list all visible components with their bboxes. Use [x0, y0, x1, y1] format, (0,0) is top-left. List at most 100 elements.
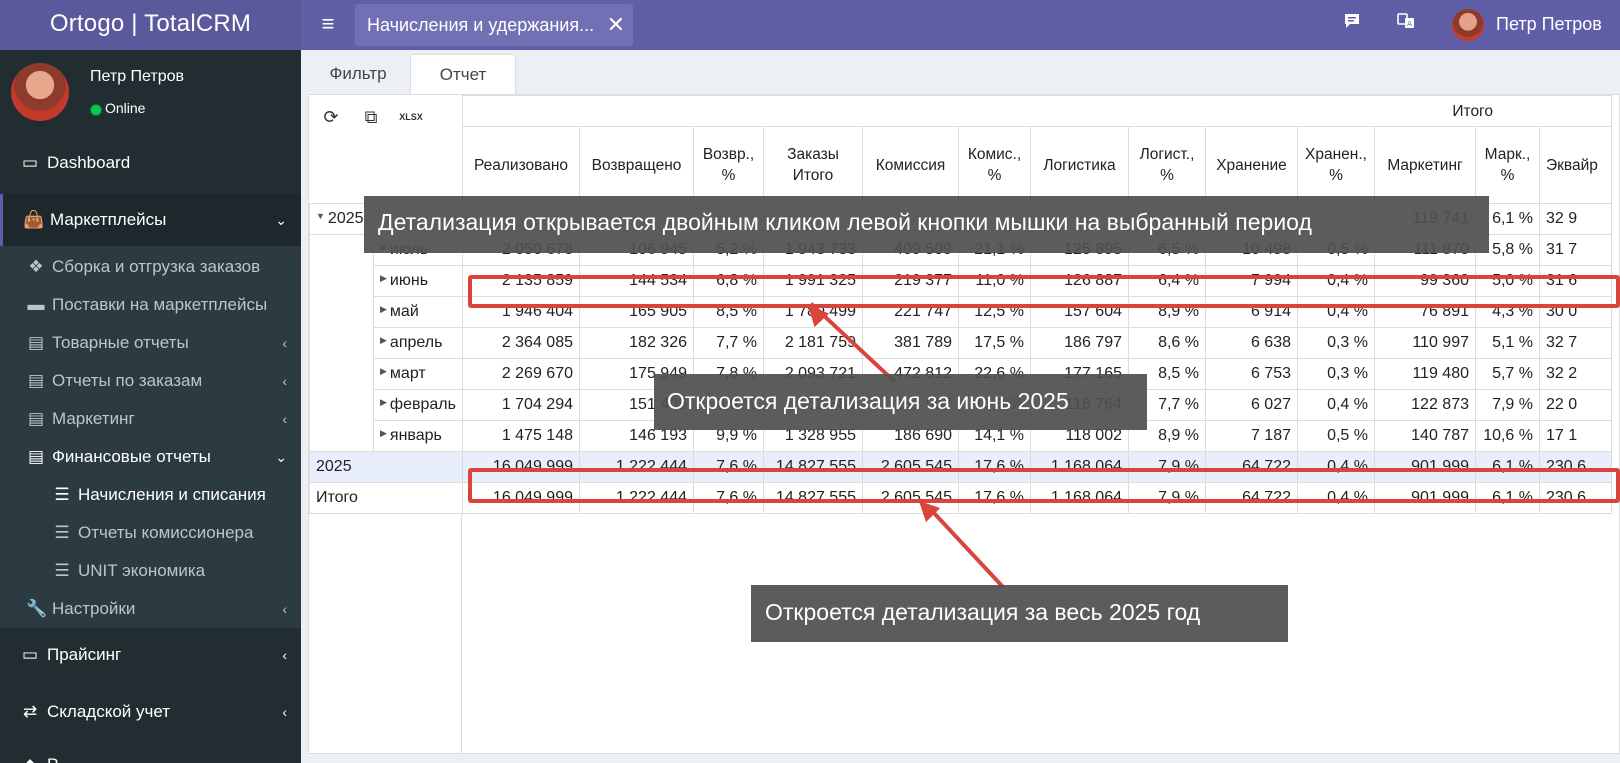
row-header-grand-total[interactable]: Итого	[309, 482, 463, 514]
table-cell[interactable]: 17,5 %	[958, 327, 1031, 359]
table-cell[interactable]: 5,7 %	[1475, 358, 1540, 390]
table-cell[interactable]: 1 704 294	[462, 389, 580, 421]
col-header[interactable]: Маркетинг	[1374, 126, 1476, 204]
table-cell[interactable]: 6 753	[1205, 358, 1298, 390]
row-header-month[interactable]: ▶ апрель	[373, 327, 463, 359]
expand-caret-icon[interactable]: ▶	[380, 366, 387, 376]
row-header-month[interactable]: ▶ февраль	[373, 389, 463, 421]
chevron-left-icon: ‹	[282, 373, 287, 389]
sidebar-item-marketplaces[interactable]: 👜 Маркетплейсы ⌄	[0, 194, 301, 246]
row-header-month[interactable]: ▶ май	[373, 296, 463, 328]
table-cell[interactable]: 186 797	[1030, 327, 1129, 359]
col-header[interactable]: Возвр., %	[693, 126, 764, 204]
expand-caret-icon[interactable]: ▶	[380, 397, 387, 407]
collapse-caret-icon[interactable]: ▼	[316, 211, 325, 221]
col-header[interactable]: Возвращено	[579, 126, 694, 204]
expand-caret-icon[interactable]: ▶	[380, 304, 387, 314]
table-cell[interactable]: 6 027	[1205, 389, 1298, 421]
expand-caret-icon[interactable]: ▶	[380, 428, 387, 438]
col-header[interactable]: Реализовано	[462, 126, 580, 204]
online-status-icon	[90, 104, 102, 116]
table-cell[interactable]: 32 9	[1539, 203, 1612, 235]
sidebar-item-unit-economics[interactable]: ☰ UNIT экономика	[0, 552, 301, 590]
table-cell[interactable]: 0,3 %	[1297, 358, 1375, 390]
table-cell[interactable]: 10,6 %	[1475, 420, 1540, 452]
col-header[interactable]: Комис., %	[958, 126, 1031, 204]
table-cell[interactable]: 7,9 %	[1475, 389, 1540, 421]
row-header-month[interactable]: ▶ январь	[373, 420, 463, 452]
table-cell[interactable]: 17 1	[1539, 420, 1612, 452]
table-cell[interactable]: 8,6 %	[1128, 327, 1206, 359]
sidebar-item-product-reports[interactable]: ▤ Товарные отчеты ‹	[0, 324, 301, 362]
table-cell[interactable]: 119 480	[1374, 358, 1476, 390]
sidebar-item-dashboard[interactable]: ▭ Dashboard	[0, 144, 301, 182]
chat-icon[interactable]	[1340, 12, 1364, 36]
sidebar-item-settings[interactable]: 🔧 Настройки ‹	[0, 590, 301, 628]
table-cell[interactable]: 22 0	[1539, 389, 1612, 421]
table-cell[interactable]: 110 997	[1374, 327, 1476, 359]
user-avatar[interactable]	[1452, 9, 1484, 41]
table-cell[interactable]: 0,5 %	[1297, 420, 1375, 452]
sidebar-item-supplies[interactable]: ▬ Поставки на маркетплейсы	[0, 286, 301, 324]
col-header[interactable]: Комиссия	[862, 126, 959, 204]
sidebar-item-financial-reports[interactable]: ▤ Финансовые отчеты ⌄	[0, 438, 301, 476]
sidebar-item-pricing[interactable]: ▭ Прайсинг ‹	[0, 636, 301, 674]
table-cell[interactable]: 2 364 085	[462, 327, 580, 359]
sidebar-item-commissioner-reports[interactable]: ☰ Отчеты комиссионера	[0, 514, 301, 552]
table-cell[interactable]: 0,4 %	[1297, 389, 1375, 421]
col-header[interactable]: Хранение	[1205, 126, 1298, 204]
app-logo[interactable]: Ortogo | TotalCRM	[0, 0, 301, 50]
table-cell[interactable]: 31 7	[1539, 234, 1612, 266]
col-header[interactable]: Хранен., %	[1297, 126, 1375, 204]
tab-report[interactable]: Отчет	[410, 54, 516, 94]
table-cell[interactable]: 32 2	[1539, 358, 1612, 390]
row-header-year-total[interactable]: 2025	[309, 451, 463, 483]
sidebar-item-warehouse[interactable]: ⇄ Складской учет ‹	[0, 693, 301, 731]
monitor-icon: ▭	[21, 153, 39, 172]
list-icon: ▤	[27, 409, 45, 428]
expand-caret-icon[interactable]: ▶	[380, 335, 387, 345]
col-header[interactable]: Логистика	[1030, 126, 1129, 204]
row-header-month[interactable]: ▶ июнь	[373, 265, 463, 297]
tab-filter[interactable]: Фильтр	[315, 54, 401, 94]
user-menu-name[interactable]: Петр Петров	[1496, 0, 1602, 50]
table-cell[interactable]: 2 269 670	[462, 358, 580, 390]
table-cell[interactable]: 0,3 %	[1297, 327, 1375, 359]
row-header-month[interactable]: ▶ март	[373, 358, 463, 390]
chevron-left-icon: ‹	[282, 601, 287, 617]
table-cell[interactable]: 381 789	[862, 327, 959, 359]
table-cell[interactable]: 182 326	[579, 327, 694, 359]
row-header-filler	[309, 513, 462, 753]
table-cell[interactable]: 7,7 %	[693, 327, 764, 359]
avatar	[11, 63, 69, 121]
wrench-icon: 🔧	[26, 599, 48, 618]
pivot-column-header-row: Реализовано Возвращено Возвр., % Заказы …	[310, 126, 1612, 204]
expand-caret-icon[interactable]: ▶	[380, 273, 387, 283]
open-tab[interactable]: Начисления и удержания... ✕	[355, 4, 633, 46]
col-header[interactable]: Логист., %	[1128, 126, 1206, 204]
table-cell[interactable]: 5,1 %	[1475, 327, 1540, 359]
table-cell[interactable]: 1 475 148	[462, 420, 580, 452]
table-cell[interactable]: 7 187	[1205, 420, 1298, 452]
close-icon[interactable]: ✕	[607, 4, 625, 46]
sidebar-item-cut[interactable]: ◆ Р... ‹	[0, 746, 301, 763]
chevron-left-icon: ‹	[282, 746, 287, 763]
col-header[interactable]: Марк., %	[1475, 126, 1540, 204]
chevron-down-icon: ⌄	[275, 449, 287, 465]
svg-text:A: A	[1407, 20, 1412, 28]
table-cell[interactable]: 140 787	[1374, 420, 1476, 452]
table-cell[interactable]: 32 7	[1539, 327, 1612, 359]
sidebar-item-assembly[interactable]: ❖ Сборка и отгрузка заказов	[0, 248, 301, 286]
table-cell[interactable]: 2 181 759	[763, 327, 863, 359]
sidebar-item-order-reports[interactable]: ▤ Отчеты по заказам ‹	[0, 362, 301, 400]
col-header[interactable]: Заказы Итого	[763, 126, 863, 204]
col-header[interactable]: Эквайр	[1539, 126, 1612, 204]
sidebar-item-marketing[interactable]: ▤ Маркетинг ‹	[0, 400, 301, 438]
table-cell[interactable]: 122 873	[1374, 389, 1476, 421]
table-row[interactable]: ▶ апрель 2 364 085 182 326 7,7 % 2 181 759 381…	[309, 327, 1612, 359]
sidebar-item-accruals[interactable]: ☰ Начисления и списания	[0, 476, 301, 514]
table-cell[interactable]: 6 638	[1205, 327, 1298, 359]
language-icon[interactable]: A	[1394, 12, 1418, 36]
list-icon: ▤	[27, 333, 45, 352]
hamburger-icon[interactable]: ≡	[317, 12, 339, 36]
